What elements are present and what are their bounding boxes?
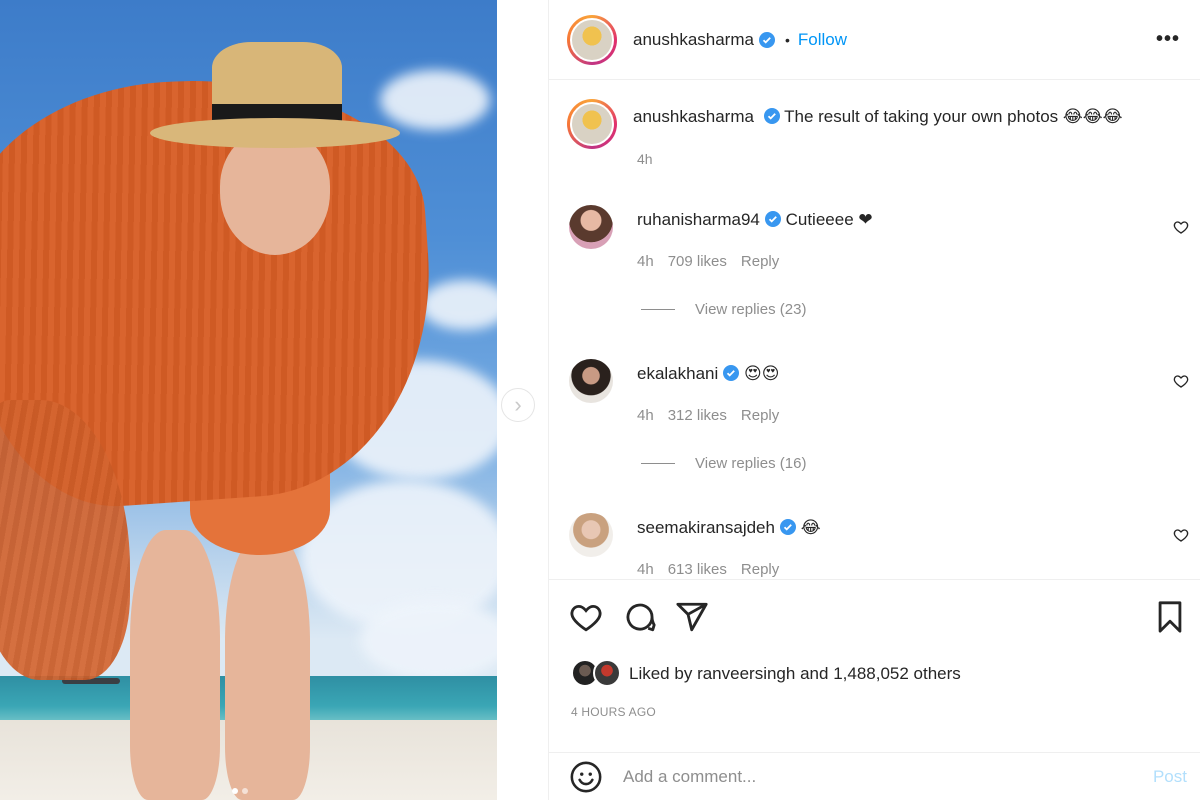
heart-icon[interactable] [1173, 219, 1189, 235]
comment-text: Cutieeee ❤ [785, 210, 873, 229]
caption-username[interactable]: anushkasharma [633, 107, 754, 126]
verified-badge-icon [758, 31, 775, 48]
liker-avatar[interactable] [593, 659, 621, 687]
commenter-avatar[interactable] [569, 359, 613, 403]
caption-time: 4h [637, 151, 653, 167]
verified-badge-icon [764, 211, 781, 227]
heart-icon[interactable] [1173, 373, 1189, 389]
comment-time: 4h [637, 561, 654, 578]
liked-by-prefix: Liked by [629, 664, 693, 683]
commenter-avatar[interactable] [569, 513, 613, 557]
comment-reply-button[interactable]: Reply [741, 253, 779, 270]
liked-by-user[interactable]: ranveersingh [697, 664, 795, 684]
heart-icon[interactable] [1173, 527, 1189, 543]
bookmark-icon[interactable] [1153, 600, 1187, 634]
comment-item: seemakiransajdeh 😂 4h 613 likes Reply [569, 513, 1189, 578]
post-actions: Liked by ranveersingh and 1,488,052 othe… [549, 579, 1200, 719]
post-caption: anushkasharma The result of taking your … [567, 99, 1123, 167]
author-avatar[interactable] [567, 14, 617, 65]
more-options-icon[interactable]: ••• [1156, 28, 1180, 51]
comment-bubble-icon[interactable] [623, 600, 657, 634]
post-side-panel: anushkasharma • Follow ••• anushkasharma… [548, 0, 1200, 800]
emoji-icon[interactable] [569, 760, 603, 794]
liked-by-summary: Liked by ranveersingh and 1,488,052 othe… [571, 659, 961, 689]
comment-reply-button[interactable]: Reply [741, 407, 779, 424]
comment-item: ekalakhani 😍😍 4h 312 likes Reply View re… [569, 359, 1189, 489]
carousel-next-button[interactable]: › [501, 388, 535, 422]
caption-text: The result of taking your own photos 😂😂😂 [784, 107, 1123, 126]
chevron-right-icon: › [514, 392, 522, 417]
verified-badge-icon [779, 519, 796, 535]
verified-badge-icon [723, 365, 740, 381]
comment-reply-button[interactable]: Reply [741, 561, 779, 578]
commenter-avatar[interactable] [569, 205, 613, 249]
comment-text: 😂 [800, 518, 821, 537]
add-comment-bar: Post [549, 752, 1200, 800]
comment-likes[interactable]: 613 likes [668, 561, 727, 578]
comment-likes[interactable]: 312 likes [668, 407, 727, 424]
comment-likes[interactable]: 709 likes [668, 253, 727, 270]
view-replies-label: View replies (23) [695, 301, 807, 318]
comment-time: 4h [637, 407, 654, 424]
caption-author-avatar[interactable] [567, 99, 617, 149]
comments-list[interactable]: anushkasharma The result of taking your … [549, 81, 1200, 578]
comment-item: ruhanisharma94 Cutieeee ❤ 4h 709 likes R… [569, 205, 1189, 335]
liked-by-others[interactable]: 1,488,052 others [833, 664, 961, 684]
view-replies-button[interactable]: View replies (16) [641, 455, 806, 472]
like-heart-icon[interactable] [569, 600, 603, 634]
comment-username[interactable]: ekalakhani [637, 364, 718, 383]
comment-username[interactable]: seemakiransajdeh [637, 518, 775, 537]
comment-input[interactable] [623, 766, 1103, 787]
comment-username[interactable]: ruhanisharma94 [637, 210, 760, 229]
liked-by-joiner: and [800, 664, 829, 683]
separator-dot: • [784, 31, 790, 48]
verified-badge-icon [763, 108, 780, 124]
face [220, 130, 330, 255]
post-comment-button[interactable]: Post [1153, 767, 1187, 787]
post-header: anushkasharma • Follow ••• [549, 0, 1200, 80]
carousel-dots [232, 788, 248, 794]
post-photo[interactable] [0, 0, 497, 800]
follow-button[interactable]: Follow [798, 30, 847, 50]
author-username[interactable]: anushkasharma [633, 30, 754, 50]
comment-text: 😍😍 [744, 364, 780, 383]
view-replies-button[interactable]: View replies (23) [641, 301, 806, 318]
view-replies-label: View replies (16) [695, 455, 807, 472]
share-send-icon[interactable] [675, 600, 709, 634]
comment-time: 4h [637, 253, 654, 270]
post-timestamp[interactable]: 4 HOURS AGO [571, 705, 656, 719]
